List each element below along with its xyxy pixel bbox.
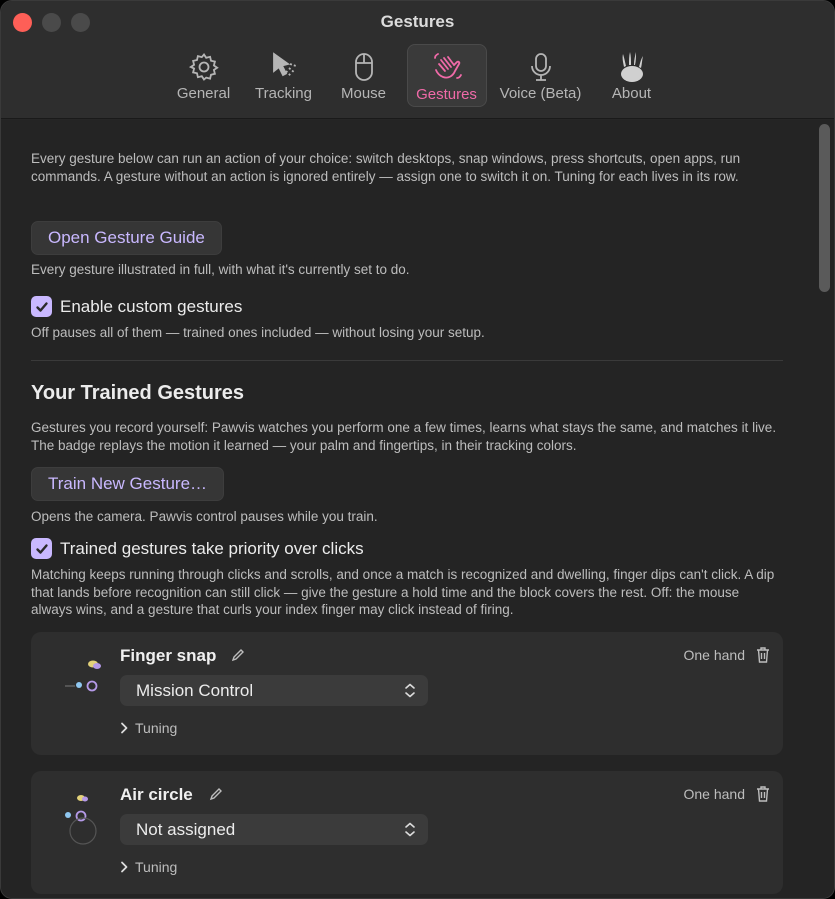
trained-description: Gestures you record yourself: Pawvis wat… — [31, 420, 777, 453]
rename-pencil-icon[interactable] — [209, 787, 223, 801]
gear-icon — [188, 53, 219, 81]
priority-row[interactable]: Trained gestures take priority over clic… — [31, 538, 364, 559]
tab-about[interactable]: About — [595, 44, 669, 107]
enable-custom-gestures-label: Enable custom gestures — [60, 296, 243, 316]
open-gesture-guide-button[interactable]: Open Gesture Guide — [31, 221, 222, 255]
action-select-value: Mission Control — [136, 681, 254, 700]
tab-general[interactable]: General — [167, 44, 241, 107]
enable-custom-caption: Off pauses all of them — trained ones in… — [31, 325, 485, 340]
section-divider — [31, 360, 783, 361]
motion-badge-icon — [65, 660, 101, 692]
tab-gestures[interactable]: Gestures — [406, 44, 487, 107]
microphone-icon — [530, 53, 551, 81]
chevron-right-icon — [121, 722, 128, 734]
tab-gestures-label: Gestures — [416, 86, 477, 103]
enable-custom-gestures-checkbox[interactable] — [31, 296, 52, 317]
guide-caption: Every gesture illustrated in full, with … — [31, 262, 410, 277]
preferences-window: Gestures General Tracking Mouse Gestures… — [0, 0, 835, 899]
priority-caption: Matching keeps running through clicks an… — [31, 567, 775, 617]
train-new-gesture-button[interactable]: Train New Gesture… — [31, 467, 225, 501]
tab-general-label: General — [176, 85, 231, 102]
intro-description: Every gesture below can run an action of… — [31, 151, 741, 184]
checkmark-icon — [35, 301, 48, 312]
gesture-card-finger-snap: Finger snap One hand Mission Control Tun… — [31, 632, 783, 755]
tab-voice-label: Voice (Beta) — [499, 85, 582, 102]
gestures-pane[interactable]: Every gesture below can run an action of… — [1, 120, 834, 898]
gesture-scope: One hand — [683, 786, 746, 802]
tab-tracking[interactable]: Tracking — [247, 44, 321, 107]
preferences-toolbar: General Tracking Mouse Gestures Voice (B… — [1, 44, 834, 107]
waving-hand-icon — [433, 53, 462, 79]
trash-icon[interactable] — [755, 785, 771, 803]
checkmark-icon — [35, 543, 48, 554]
cursor-arrows-icon — [272, 52, 296, 77]
tab-tracking-label: Tracking — [255, 85, 312, 102]
title-bar: Gestures General Tracking Mouse Gestures… — [1, 1, 834, 119]
train-caption: Opens the camera. Pawvis control pauses … — [31, 509, 378, 524]
vertical-scrollbar[interactable] — [819, 124, 830, 292]
action-select-value: Not assigned — [136, 820, 236, 839]
rename-pencil-icon[interactable] — [231, 648, 245, 662]
gesture-name: Air circle — [120, 785, 193, 804]
chevron-up-down-icon — [405, 822, 415, 837]
tuning-disclosure[interactable]: Tuning — [120, 859, 177, 875]
tab-mouse-label: Mouse — [340, 85, 387, 102]
trained-gestures-heading: Your Trained Gestures — [31, 382, 245, 404]
mouse-icon — [354, 53, 373, 81]
trash-icon[interactable] — [755, 646, 771, 664]
priority-label: Trained gestures take priority over clic… — [60, 538, 364, 558]
action-select[interactable]: Not assigned — [120, 814, 428, 845]
tab-about-label: About — [611, 85, 652, 102]
window-title: Gestures — [380, 12, 455, 31]
enable-custom-gestures-row[interactable]: Enable custom gestures — [31, 296, 242, 317]
tab-mouse[interactable]: Mouse — [327, 44, 401, 107]
gesture-name: Finger snap — [120, 646, 217, 665]
priority-checkbox[interactable] — [31, 538, 52, 559]
motion-badge-icon — [65, 795, 97, 845]
gesture-card-air-circle: Air circle One hand Not assigned Tuning — [31, 771, 783, 894]
paw-icon — [620, 52, 643, 82]
tuning-disclosure[interactable]: Tuning — [120, 720, 177, 736]
tab-voice[interactable]: Voice (Beta) — [493, 44, 589, 107]
chevron-right-icon — [121, 861, 128, 873]
chevron-up-down-icon — [405, 683, 415, 698]
action-select[interactable]: Mission Control — [120, 675, 428, 706]
gesture-scope: One hand — [683, 647, 746, 663]
tuning-label: Tuning — [135, 720, 178, 736]
tuning-label: Tuning — [135, 859, 178, 875]
